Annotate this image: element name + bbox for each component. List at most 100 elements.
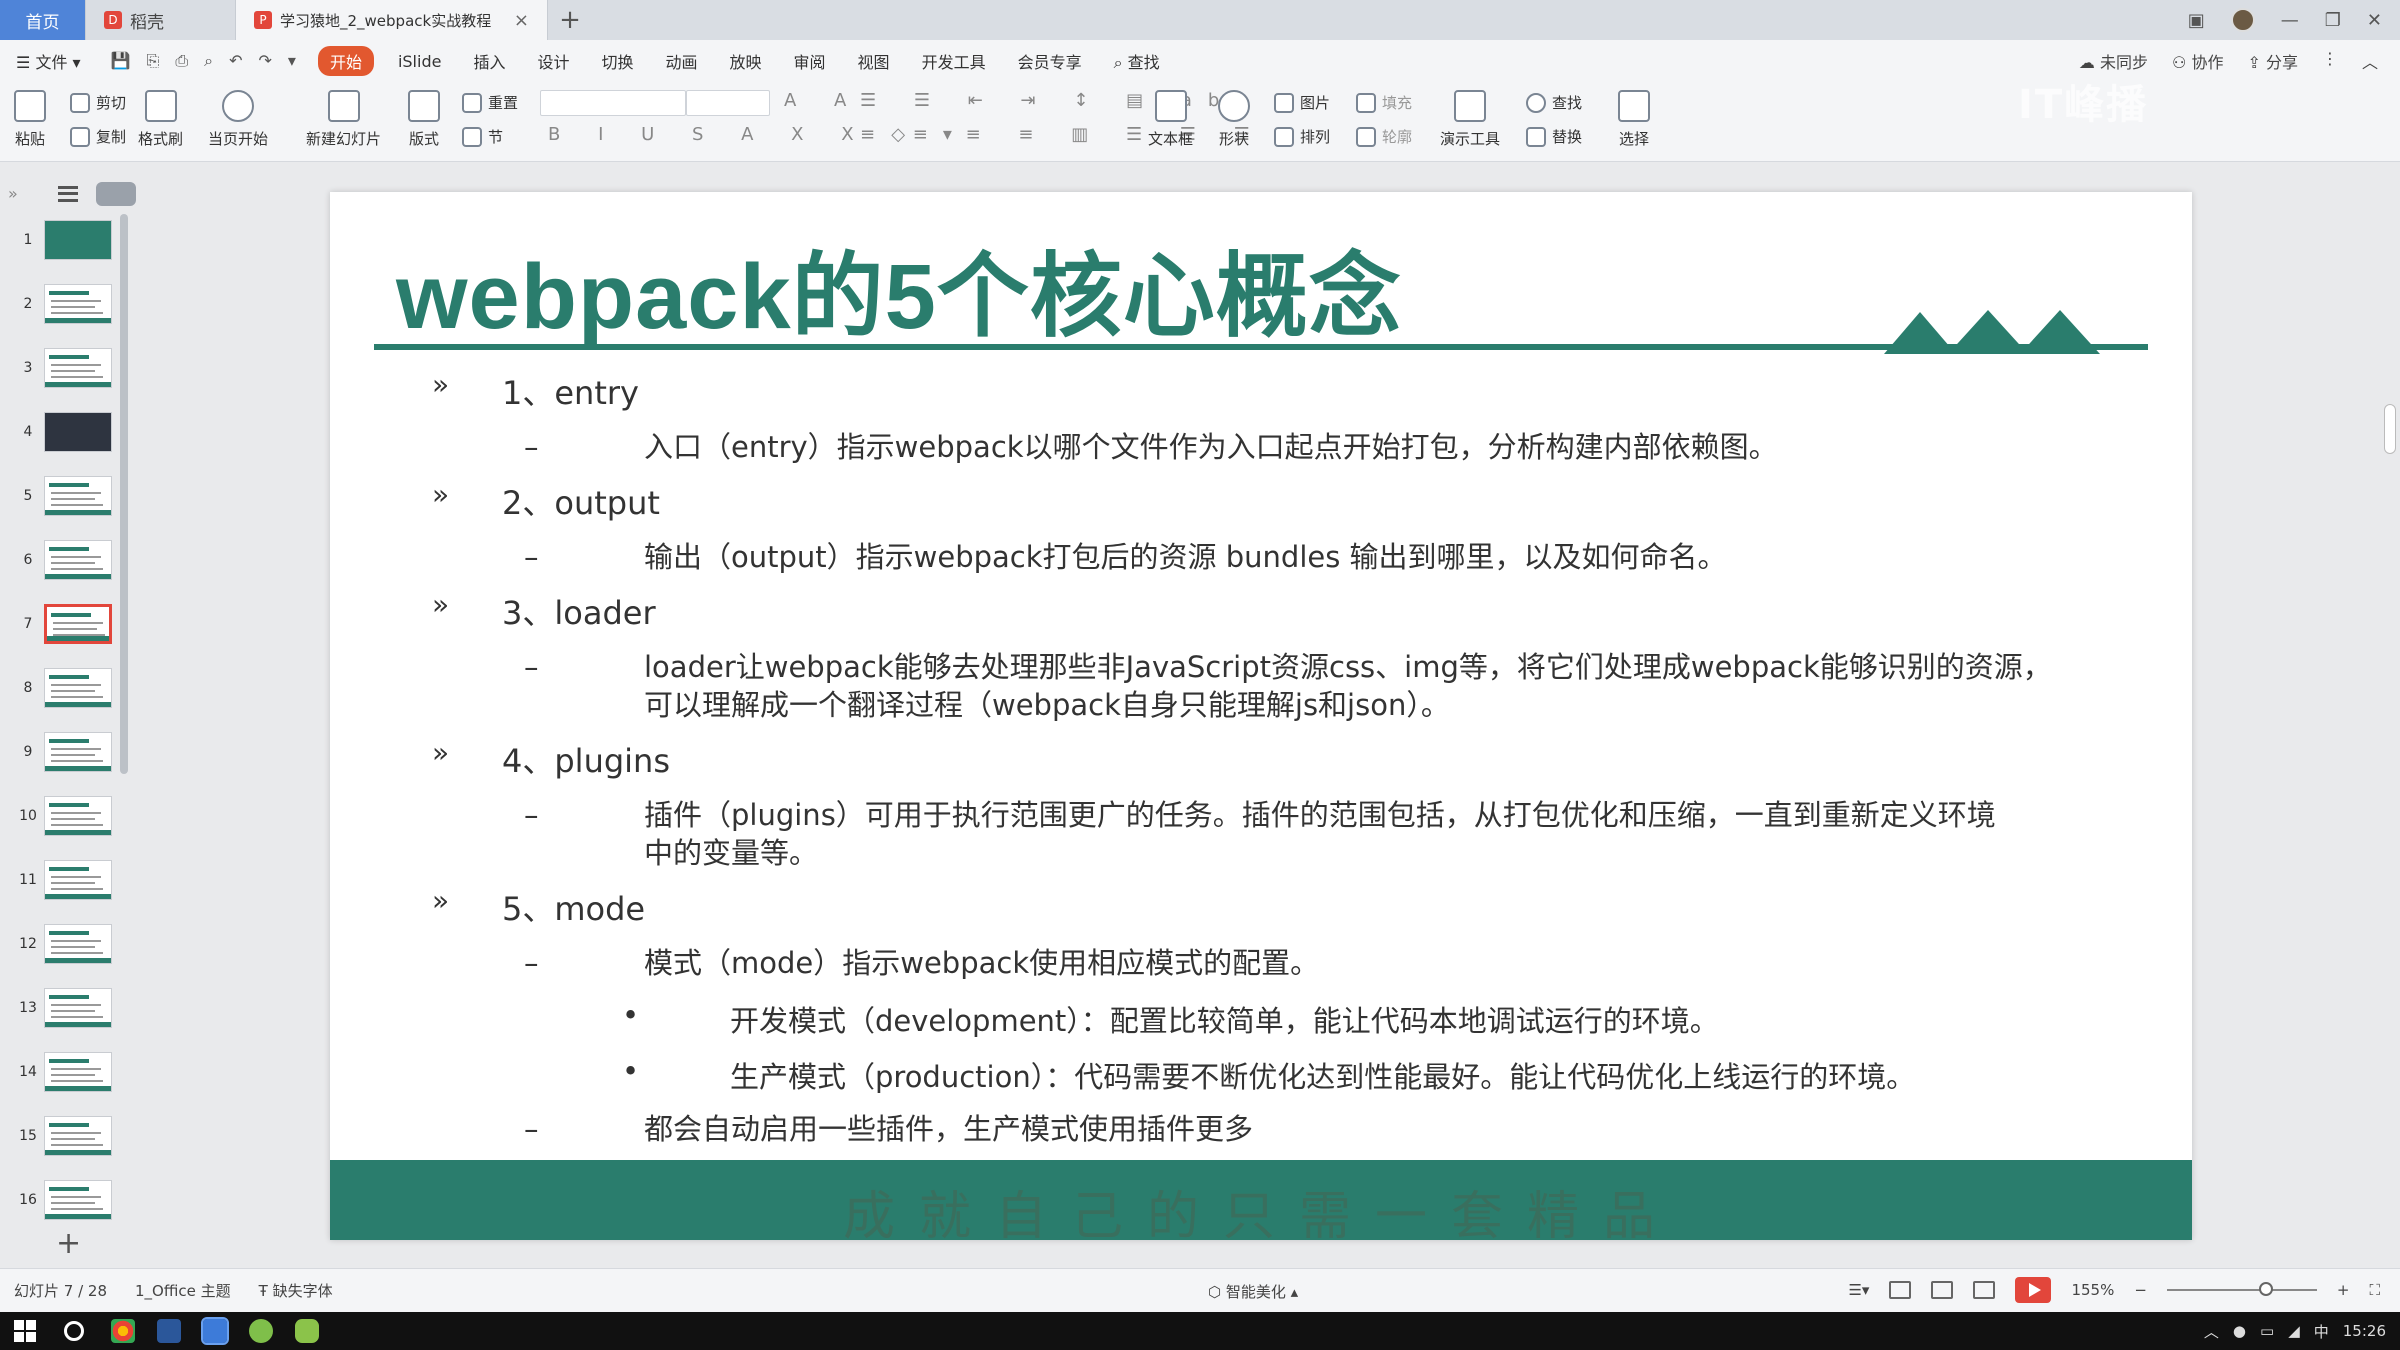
tab-daoke[interactable]: D 稻壳	[86, 0, 236, 40]
slide-thumbnail[interactable]: 10	[0, 792, 130, 844]
canvas-scrollbar[interactable]	[2384, 404, 2396, 454]
cut-button[interactable]: 剪切	[70, 92, 126, 113]
wps-writer-icon[interactable]	[157, 1319, 181, 1343]
sorter-view-icon[interactable]	[1931, 1281, 1954, 1299]
bullet-entry[interactable]: » 1、entry	[432, 368, 639, 414]
arrange-button[interactable]: 排列	[1274, 126, 1330, 147]
copy-button[interactable]: 复制	[70, 126, 126, 147]
menu-developer[interactable]: 开发工具	[906, 49, 1002, 73]
menu-islide[interactable]: iSlide	[382, 52, 458, 71]
bullet-output[interactable]: » 2、output	[432, 478, 660, 524]
slide-thumbnail[interactable]: 12	[0, 920, 130, 972]
slide-thumbnail[interactable]: 8	[0, 664, 130, 716]
font-size-select[interactable]	[686, 90, 770, 116]
normal-view-icon[interactable]	[1889, 1281, 1912, 1299]
file-menu[interactable]: ☰ 文件 ▾	[0, 49, 97, 73]
bullet-mode-plugins[interactable]: – 都会自动启用一些插件，生产模式使用插件更多	[524, 1110, 1253, 1148]
sync-button[interactable]: ☁ 未同步	[2079, 49, 2148, 73]
present-tools-button[interactable]: 演示工具	[1440, 90, 1500, 149]
menu-slideshow[interactable]: 放映	[714, 49, 778, 73]
clover-app-icon[interactable]	[295, 1319, 319, 1343]
menu-start[interactable]: 开始	[317, 46, 374, 76]
tray-chevron-icon[interactable]: ︿	[2204, 1321, 2219, 1342]
replace-button[interactable]: 替换	[1526, 126, 1582, 147]
bullet-entry-desc[interactable]: – 入口（entry）指示webpack以哪个文件作为入口起点开始打包，分析构建内…	[524, 428, 1778, 466]
menu-search[interactable]: ⌕ 查找	[1098, 49, 1176, 73]
share-button[interactable]: ⇪ 分享	[2247, 49, 2298, 73]
fill-button[interactable]: 填充	[1356, 92, 1412, 113]
ime-icon[interactable]: 中	[2314, 1321, 2329, 1342]
slideshow-play-icon[interactable]	[2015, 1277, 2052, 1303]
menu-view[interactable]: 视图	[842, 49, 906, 73]
bullet-output-desc[interactable]: – 输出（output）指示webpack打包后的资源 bundles 输出到哪里…	[524, 538, 1727, 576]
app-icon[interactable]	[249, 1319, 273, 1343]
smart-beautify-button[interactable]: ⬡ 智能美化 ▴	[1208, 1281, 1298, 1302]
slide-thumbnail[interactable]: 6	[0, 536, 130, 588]
bullet-loader-desc[interactable]: – loader让webpack能够去处理那些非JavaScript资源css、i…	[524, 648, 2052, 686]
print-icon[interactable]: ⎙	[175, 51, 188, 71]
paste-button[interactable]: 粘贴	[14, 90, 46, 149]
menu-transition[interactable]: 切换	[585, 49, 649, 73]
reading-view-icon[interactable]	[1973, 1281, 1996, 1299]
slide-title[interactable]: webpack的5个核心概念	[396, 222, 1402, 355]
slide-thumbnail[interactable]: 16	[0, 1176, 130, 1228]
bullet-mode-development[interactable]: • 开发模式（development）：配置比较简单，能让代码本地调试运行的环境。	[622, 998, 1719, 1040]
save-icon[interactable]: 💾	[111, 51, 131, 71]
picture-button[interactable]: 图片	[1274, 92, 1330, 113]
zoom-level[interactable]: 155%	[2071, 1281, 2114, 1299]
vscode-icon[interactable]	[201, 1317, 229, 1345]
zoom-out-icon[interactable]: −	[2134, 1281, 2147, 1299]
bullet-plugins[interactable]: » 4、plugins	[432, 736, 670, 782]
restore-icon[interactable]: ❐	[2325, 10, 2341, 31]
missing-font-button[interactable]: Ŧ 缺失字体	[245, 1280, 347, 1301]
fit-window-icon[interactable]: ⛶	[2369, 1281, 2380, 1299]
slide-thumbnail[interactable]: 4	[0, 408, 130, 460]
collaborate-button[interactable]: ⚇ 协作	[2172, 49, 2223, 73]
bullet-mode[interactable]: » 5、mode	[432, 884, 645, 930]
select-button[interactable]: 选择	[1618, 90, 1650, 149]
bullet-mode-production[interactable]: • 生产模式（production）：代码需要不断优化达到性能最好。能让代码优化上…	[622, 1054, 1915, 1096]
textbox-button[interactable]: 文本框	[1148, 90, 1193, 149]
new-tab-button[interactable]: +	[548, 0, 592, 40]
collapse-ribbon-icon[interactable]: ︿	[2362, 49, 2378, 73]
close-tab-icon[interactable]: ×	[514, 10, 529, 31]
clock[interactable]: 15:26	[2343, 1322, 2386, 1340]
thumbnail-view-icon[interactable]	[96, 182, 136, 206]
preview-icon[interactable]: ⌕	[204, 51, 213, 71]
bullet-plugins-desc[interactable]: – 插件（plugins）可用于执行范围更广的任务。插件的范围包括，从打包优化和压…	[524, 796, 1996, 834]
shape-button[interactable]: 形状	[1218, 90, 1250, 149]
slide-thumbnail[interactable]: 1	[0, 216, 130, 268]
windows-start-icon[interactable]	[14, 1320, 36, 1342]
collapse-pane-icon[interactable]: »	[8, 184, 18, 203]
slide-thumbnail[interactable]: 3	[0, 344, 130, 396]
play-from-current-button[interactable]: 当页开始	[208, 90, 268, 149]
format-painter-button[interactable]: 格式刷	[138, 90, 183, 149]
slide-thumbnail[interactable]: 13	[0, 984, 130, 1036]
layout-button[interactable]: 版式	[408, 90, 440, 149]
export-icon[interactable]: ⎘	[147, 51, 160, 71]
window-layout-icon[interactable]: ▣	[2188, 10, 2205, 31]
battery-icon[interactable]: ▭	[2260, 1322, 2274, 1340]
chrome-icon[interactable]	[111, 1319, 135, 1343]
add-slide-button[interactable]: +	[56, 1226, 81, 1261]
bullet-loader-desc-cont[interactable]: 可以理解成一个翻译过程（webpack自身只能理解js和json）。	[644, 686, 1450, 724]
tab-home[interactable]: 首页	[0, 0, 86, 40]
avatar[interactable]	[2230, 8, 2255, 32]
redo-icon[interactable]: ↷	[259, 51, 272, 71]
more-options-icon[interactable]: ⋮	[2322, 49, 2338, 73]
slide-thumbnail[interactable]: 11	[0, 856, 130, 908]
slide-thumbnail[interactable]: 9	[0, 728, 130, 780]
slide-thumbnail[interactable]: 5	[0, 472, 130, 524]
outline-view-icon[interactable]	[58, 186, 78, 202]
undo-icon[interactable]: ↶	[229, 51, 242, 71]
slide-thumbnail[interactable]: 2	[0, 280, 130, 332]
find-button[interactable]: 查找	[1526, 92, 1582, 113]
cortana-search-icon[interactable]	[64, 1321, 84, 1341]
menu-review[interactable]: 审阅	[778, 49, 842, 73]
menu-design[interactable]: 设计	[521, 49, 585, 73]
tab-document[interactable]: P 学习猿地_2_webpack实战教程 ×	[236, 0, 548, 40]
menu-animation[interactable]: 动画	[650, 49, 714, 73]
minimize-icon[interactable]: —	[2281, 10, 2299, 31]
menu-member[interactable]: 会员专享	[1002, 49, 1098, 73]
zoom-in-icon[interactable]: +	[2337, 1281, 2350, 1299]
